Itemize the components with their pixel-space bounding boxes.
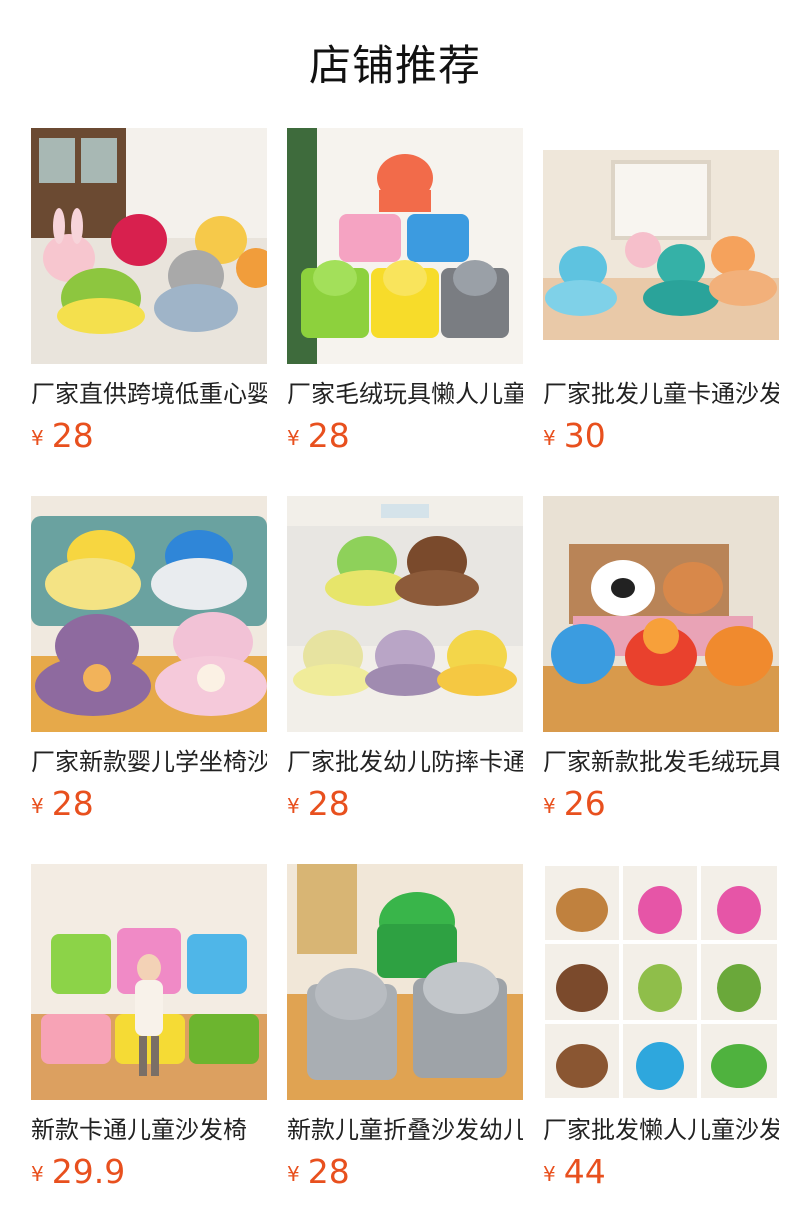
price-value: 28	[307, 416, 350, 455]
product-title[interactable]: 厂家批发幼儿防摔卡通沙发	[287, 746, 523, 778]
product-card[interactable]: 厂家直供跨境低重心婴儿沙发 ¥28	[31, 128, 267, 496]
product-price: ¥30	[543, 416, 779, 456]
price-value: 28	[307, 1152, 350, 1191]
currency-symbol: ¥	[287, 426, 300, 450]
product-grid: 厂家直供跨境低重心婴儿沙发 ¥28 厂家毛绒玩具懒人儿童沙发	[31, 128, 779, 1232]
product-title[interactable]: 厂家新款批发毛绒玩具沙发	[543, 746, 779, 778]
product-image[interactable]	[31, 864, 267, 1100]
currency-symbol: ¥	[31, 1162, 44, 1186]
product-title[interactable]: 新款卡通儿童沙发椅	[31, 1114, 267, 1146]
product-image[interactable]	[31, 128, 267, 364]
product-image[interactable]	[543, 128, 779, 364]
currency-symbol: ¥	[31, 426, 44, 450]
product-price: ¥29.9	[31, 1152, 267, 1192]
price-value: 28	[51, 416, 94, 455]
product-image[interactable]	[31, 496, 267, 732]
product-price: ¥44	[543, 1152, 779, 1192]
product-image[interactable]	[543, 864, 779, 1100]
price-value: 44	[563, 1152, 606, 1191]
product-card[interactable]: 厂家批发幼儿防摔卡通沙发 ¥28	[287, 496, 523, 864]
product-price: ¥28	[31, 784, 267, 824]
product-card[interactable]: 厂家批发儿童卡通沙发 ¥30	[543, 128, 779, 496]
price-value: 30	[563, 416, 606, 455]
product-price: ¥26	[543, 784, 779, 824]
product-price: ¥28	[287, 1152, 523, 1192]
product-card[interactable]: 厂家新款婴儿学坐椅沙发 ¥28	[31, 496, 267, 864]
currency-symbol: ¥	[543, 1162, 556, 1186]
product-price: ¥28	[287, 784, 523, 824]
product-card[interactable]: 厂家毛绒玩具懒人儿童沙发 ¥28	[287, 128, 523, 496]
currency-symbol: ¥	[287, 794, 300, 818]
product-title[interactable]: 厂家新款婴儿学坐椅沙发	[31, 746, 267, 778]
product-card[interactable]: 新款卡通儿童沙发椅 ¥29.9	[31, 864, 267, 1232]
product-card[interactable]: 新款儿童折叠沙发幼儿 ¥28	[287, 864, 523, 1232]
product-image[interactable]	[287, 496, 523, 732]
price-value: 29.9	[51, 1152, 126, 1191]
product-card[interactable]: 厂家新款批发毛绒玩具沙发 ¥26	[543, 496, 779, 864]
product-image[interactable]	[287, 128, 523, 364]
product-title[interactable]: 厂家毛绒玩具懒人儿童沙发	[287, 378, 523, 410]
product-card[interactable]: 厂家批发懒人儿童沙发 ¥44	[543, 864, 779, 1232]
price-value: 28	[51, 784, 94, 823]
product-image[interactable]	[543, 496, 779, 732]
price-value: 26	[563, 784, 606, 823]
currency-symbol: ¥	[543, 426, 556, 450]
product-price: ¥28	[31, 416, 267, 456]
product-image[interactable]	[287, 864, 523, 1100]
currency-symbol: ¥	[287, 1162, 300, 1186]
product-title[interactable]: 新款儿童折叠沙发幼儿	[287, 1114, 523, 1146]
page-title: 店铺推荐	[308, 41, 481, 90]
product-price: ¥28	[287, 416, 523, 456]
product-title[interactable]: 厂家直供跨境低重心婴儿沙发	[31, 378, 267, 410]
price-value: 28	[307, 784, 350, 823]
currency-symbol: ¥	[31, 794, 44, 818]
product-title[interactable]: 厂家批发懒人儿童沙发	[543, 1114, 779, 1146]
product-title[interactable]: 厂家批发儿童卡通沙发	[543, 378, 779, 410]
currency-symbol: ¥	[543, 794, 556, 818]
